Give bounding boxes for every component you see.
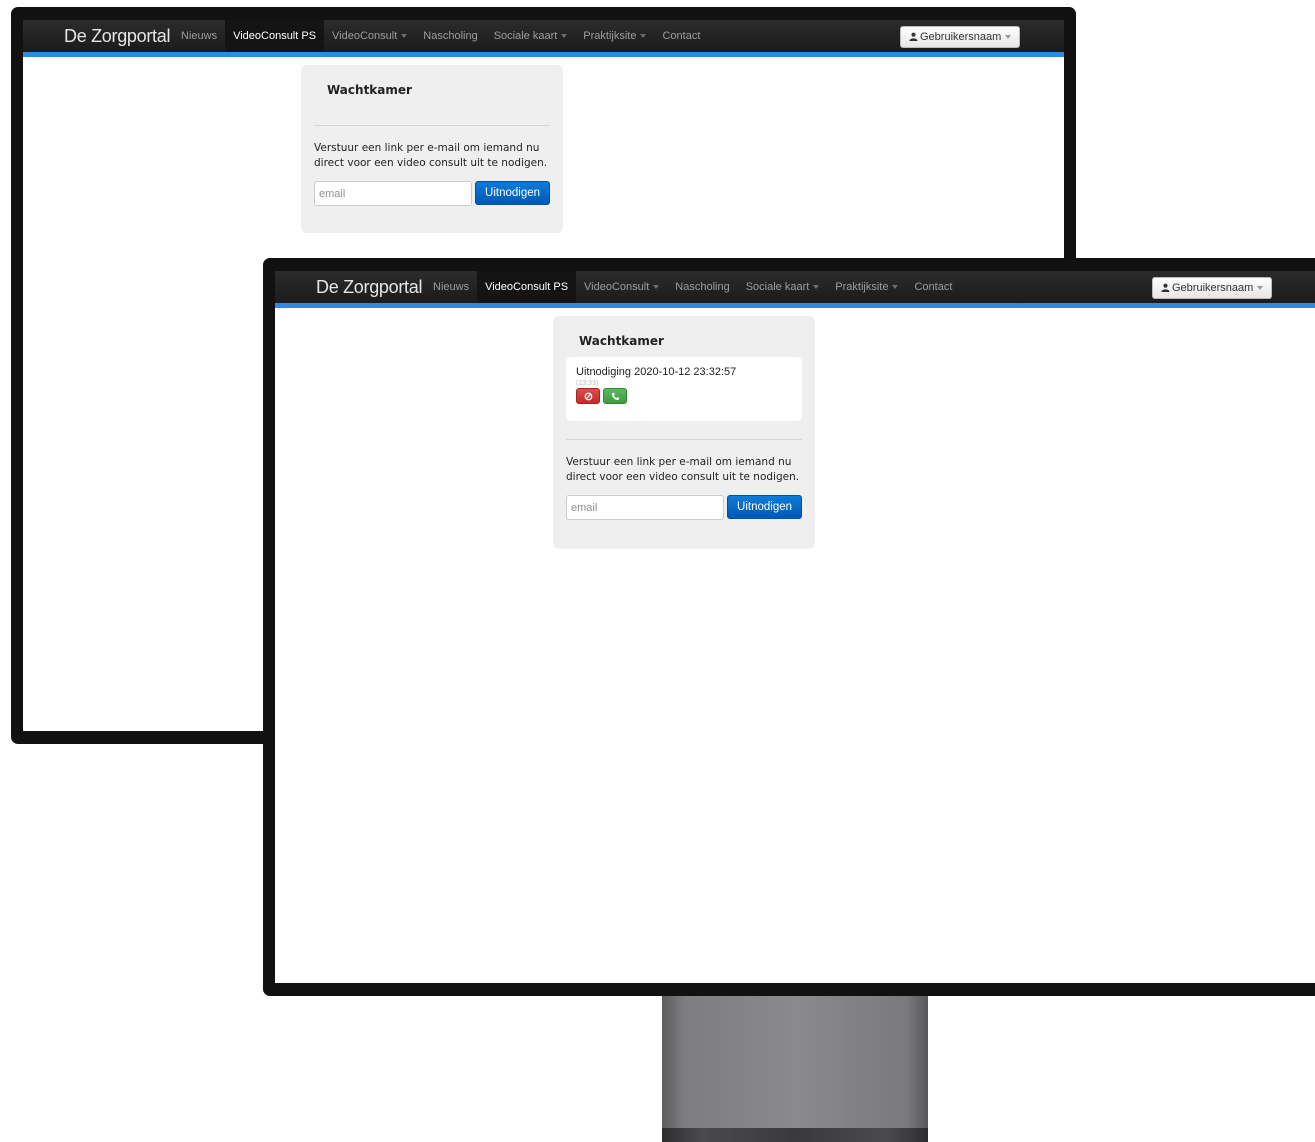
invitation-label: Uitnodiging 2020-10-12 23:32:57 <box>576 366 737 378</box>
caret-down-icon <box>1257 286 1264 291</box>
nav-item-praktijksite[interactable]: Praktijksite <box>827 271 906 303</box>
user-menu-button[interactable]: Gebruikersnaam <box>1152 277 1273 299</box>
divider <box>566 439 802 440</box>
caret-down-icon <box>561 34 568 39</box>
front-monitor: De Zorgportal Nieuws VideoConsult PS Vid… <box>263 258 1315 996</box>
user-name: Gebruikersnaam <box>1172 282 1254 294</box>
divider <box>314 125 550 126</box>
nav-item-videoconsult-ps[interactable]: VideoConsult PS <box>225 20 325 52</box>
phone-icon <box>611 392 619 400</box>
invite-form: Uitnodigen <box>566 495 802 520</box>
navbar: De Zorgportal Nieuws VideoConsult PS Vid… <box>23 20 1064 57</box>
invite-description: Verstuur een link per e-mail om iemand n… <box>314 142 548 169</box>
brand-logo[interactable]: De Zorgportal <box>64 20 170 52</box>
caret-down-icon <box>653 285 660 290</box>
brand-logo[interactable]: De Zorgportal <box>316 271 422 303</box>
nav-item-nieuws[interactable]: Nieuws <box>425 271 477 303</box>
invitation-actions <box>576 388 792 404</box>
invite-button[interactable]: Uitnodigen <box>475 181 550 205</box>
panel-title: Wachtkamer <box>579 334 664 348</box>
nav-item-videoconsult[interactable]: VideoConsult <box>576 271 667 303</box>
front-screen: De Zorgportal Nieuws VideoConsult PS Vid… <box>275 271 1315 983</box>
nav-item-videoconsult[interactable]: VideoConsult <box>324 20 415 52</box>
caret-down-icon <box>892 285 899 290</box>
waiting-room-panel: Wachtkamer Verstuur een link per e-mail … <box>301 65 563 233</box>
nav-item-sociale-kaart[interactable]: Sociale kaart <box>738 271 828 303</box>
waiting-room-panel: Wachtkamer Uitnodiging 2020-10-12 23:32:… <box>553 316 815 549</box>
caret-down-icon <box>1005 35 1012 40</box>
nav-item-nascholing[interactable]: Nascholing <box>667 271 737 303</box>
invite-form: Uitnodigen <box>314 181 550 206</box>
nav-item-nascholing[interactable]: Nascholing <box>415 20 485 52</box>
nav-item-contact[interactable]: Contact <box>906 271 960 303</box>
invitation-card: Uitnodiging 2020-10-12 23:32:57 (23:33) <box>566 357 802 421</box>
block-icon <box>584 392 592 400</box>
caret-down-icon <box>813 285 820 290</box>
nav-item-praktijksite[interactable]: Praktijksite <box>575 20 654 52</box>
user-icon <box>1161 283 1170 292</box>
invitation-time: (23:33) <box>576 380 599 387</box>
user-name: Gebruikersnaam <box>920 31 1002 43</box>
panel-title: Wachtkamer <box>327 83 412 97</box>
monitor-stand-base <box>662 1128 928 1142</box>
caret-down-icon <box>640 34 647 39</box>
navbar: De Zorgportal Nieuws VideoConsult PS Vid… <box>275 271 1315 308</box>
start-call-button[interactable] <box>603 388 627 404</box>
nav-item-sociale-kaart[interactable]: Sociale kaart <box>486 20 576 52</box>
email-input[interactable] <box>314 181 473 206</box>
nav-item-videoconsult-ps[interactable]: VideoConsult PS <box>477 271 577 303</box>
cancel-invite-button[interactable] <box>576 388 600 404</box>
caret-down-icon <box>401 34 408 39</box>
nav-item-nieuws[interactable]: Nieuws <box>173 20 225 52</box>
email-input[interactable] <box>566 495 725 520</box>
invite-description: Verstuur een link per e-mail om iemand n… <box>566 456 800 483</box>
invite-button[interactable]: Uitnodigen <box>727 495 802 519</box>
nav-item-contact[interactable]: Contact <box>654 20 708 52</box>
user-menu-button[interactable]: Gebruikersnaam <box>900 26 1021 48</box>
monitor-stand <box>662 992 928 1142</box>
nav-menu: Nieuws VideoConsult PS VideoConsult Nasc… <box>173 20 708 52</box>
user-icon <box>909 32 918 41</box>
nav-menu: Nieuws VideoConsult PS VideoConsult Nasc… <box>425 271 960 303</box>
